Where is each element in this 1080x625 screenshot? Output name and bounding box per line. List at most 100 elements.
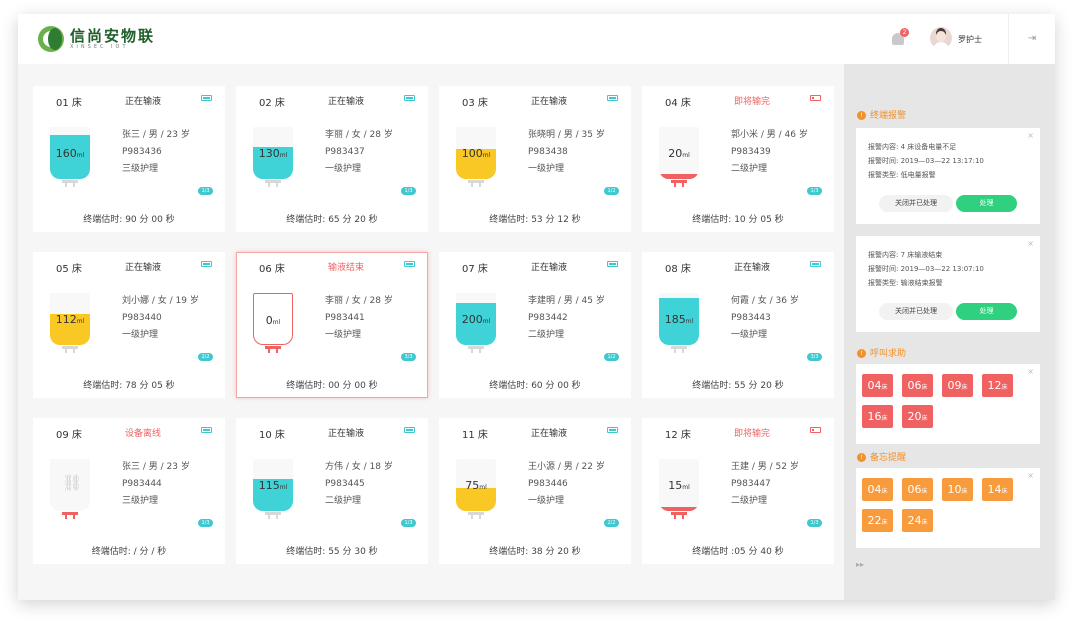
infusion-bag: 185ml	[659, 293, 699, 345]
bed-card[interactable]: 06 床 输液结束 0ml 李丽 / 女 / 28 岁 P983441 一级护理…	[236, 252, 428, 398]
bed-card[interactable]: 04 床 即将输完 20ml 郭小米 / 男 / 46 岁 P983439 二级…	[642, 86, 834, 232]
estimated-time: 终端估时: 65 分 20 秒	[286, 215, 378, 225]
patient-info: 刘小娜 / 女 / 19 岁	[122, 296, 199, 306]
volume-value: 115	[258, 479, 280, 492]
chip-bed-number: 24	[907, 514, 922, 527]
chip-bed-number: 04	[867, 483, 882, 496]
bed-number: 12 床	[665, 430, 691, 441]
infusion-status: 输液结束	[328, 263, 365, 273]
bed-card[interactable]: 10 床 正在输液 115ml 方伟 / 女 / 18 岁 P983445 二级…	[236, 418, 428, 564]
patient-info: 何霞 / 女 / 36 岁	[731, 296, 799, 306]
volume-unit: ml	[682, 152, 690, 159]
handle-button[interactable]: 处理	[956, 303, 1017, 320]
collapse-icon[interactable]: ▸▸	[856, 560, 864, 569]
battery-icon	[810, 95, 821, 101]
brand-logo[interactable]: 信尚安物联 XINSEC IOT	[38, 26, 155, 52]
memo-bed-chip[interactable]: 10床	[942, 478, 973, 501]
drip-connector-icon	[468, 180, 484, 187]
page-indicator[interactable]: 2/2	[198, 353, 213, 361]
bed-number: 03 床	[462, 98, 488, 109]
volume-unit: ml	[279, 484, 288, 491]
close-icon[interactable]: ×	[1027, 131, 1034, 140]
care-level: 一级护理	[122, 330, 159, 340]
close-handled-button[interactable]: 关闭并已处理	[879, 195, 953, 212]
infusion-bag: 20ml	[659, 127, 699, 179]
patient-id: P983438	[528, 147, 568, 157]
chip-bed-number: 14	[987, 483, 1002, 496]
bed-number: 02 床	[259, 98, 285, 109]
infusion-bag: 0ml	[253, 293, 293, 345]
page-indicator[interactable]: 1/3	[198, 187, 213, 195]
chip-bed-suffix: 床	[961, 488, 968, 495]
avatar[interactable]	[930, 27, 952, 49]
volume-value: 185	[664, 313, 686, 326]
care-level: 三级护理	[122, 496, 159, 506]
patient-info: 张三 / 男 / 23 岁	[122, 130, 190, 140]
battery-icon	[201, 261, 212, 267]
bed-card[interactable]: 01 床 正在输液 160ml 张三 / 男 / 23 岁 P983436 三级…	[33, 86, 225, 232]
alarm-type: 报警类型: 低电量报警	[868, 171, 936, 179]
chip-bed-suffix: 床	[921, 488, 928, 495]
chip-bed-suffix: 床	[961, 384, 968, 391]
call-bed-chip[interactable]: 12床	[982, 374, 1013, 397]
call-bed-chip[interactable]: 16床	[862, 405, 893, 428]
care-level: 二级护理	[731, 164, 768, 174]
bed-number: 06 床	[259, 264, 285, 275]
close-icon[interactable]: ×	[1027, 239, 1034, 248]
estimated-time: 终端估时: 38 分 20 秒	[489, 547, 581, 557]
memo-bed-chip[interactable]: 14床	[982, 478, 1013, 501]
chip-bed-suffix: 床	[1001, 488, 1008, 495]
volume-value: 75	[465, 479, 480, 492]
call-bed-chip[interactable]: 06床	[902, 374, 933, 397]
volume-unit: ml	[682, 484, 690, 491]
infusion-status: 正在输液	[531, 97, 568, 107]
bed-card[interactable]: 11 床 正在输液 75ml 王小源 / 男 / 22 岁 P983446 一级…	[439, 418, 631, 564]
memo-bed-chip[interactable]: 04床	[862, 478, 893, 501]
chip-bed-suffix: 床	[881, 488, 888, 495]
close-icon[interactable]: ×	[1027, 471, 1034, 480]
call-bed-chip[interactable]: 04床	[862, 374, 893, 397]
bed-card[interactable]: 12 床 即将输完 15ml 王建 / 男 / 52 岁 P983447 二级护…	[642, 418, 834, 564]
close-icon[interactable]: ×	[1027, 367, 1034, 376]
bed-number: 11 床	[462, 430, 488, 441]
call-bed-chip[interactable]: 09床	[942, 374, 973, 397]
page-indicator[interactable]: 3/3	[401, 353, 416, 361]
page-indicator[interactable]: 3/3	[807, 353, 822, 361]
bed-card[interactable]: 05 床 正在输液 112ml 刘小娜 / 女 / 19 岁 P983440 一…	[33, 252, 225, 398]
volume-value: 112	[55, 313, 77, 326]
bed-card[interactable]: 08 床 正在输液 185ml 何霞 / 女 / 36 岁 P983443 一级…	[642, 252, 834, 398]
page-indicator[interactable]: 1/3	[807, 519, 822, 527]
bed-card[interactable]: 03 床 正在输液 100ml 张晓明 / 男 / 35 岁 P983438 一…	[439, 86, 631, 232]
bed-card[interactable]: 09 床 设备离线 ⛓ 张三 / 男 / 23 岁 P983444 三级护理 1…	[33, 418, 225, 564]
handle-button[interactable]: 处理	[956, 195, 1017, 212]
close-handled-button[interactable]: 关闭并已处理	[879, 303, 953, 320]
page-indicator[interactable]: 1/3	[401, 519, 416, 527]
memo-bed-chip[interactable]: 22床	[862, 509, 893, 532]
user-name[interactable]: 罗护士	[958, 34, 982, 45]
warning-icon: !	[857, 349, 866, 358]
page-indicator[interactable]: 1/2	[604, 353, 619, 361]
logout-button[interactable]: ⇥	[1008, 14, 1055, 64]
alarm-content: 报警内容: 7 床输液结束	[868, 251, 943, 259]
bed-card[interactable]: 02 床 正在输液 130ml 李丽 / 女 / 28 岁 P983437 一级…	[236, 86, 428, 232]
patient-id: P983436	[122, 147, 162, 157]
page-indicator[interactable]: 1/3	[198, 519, 213, 527]
logo-icon	[38, 26, 64, 52]
memo-bed-chip[interactable]: 06床	[902, 478, 933, 501]
chip-bed-suffix: 床	[921, 384, 928, 391]
call-bed-chip[interactable]: 20床	[902, 405, 933, 428]
patient-info: 李建明 / 男 / 45 岁	[528, 296, 605, 306]
page-indicator[interactable]: 1/3	[401, 187, 416, 195]
page-indicator[interactable]: 2/2	[604, 519, 619, 527]
battery-icon	[810, 261, 821, 267]
bed-number: 09 床	[56, 430, 82, 441]
page-indicator[interactable]: 1/3	[807, 187, 822, 195]
memo-section-title: ! 备忘提醒	[857, 450, 906, 463]
patient-id: P983441	[325, 313, 365, 323]
bed-card[interactable]: 07 床 正在输液 200ml 李建明 / 男 / 45 岁 P983442 二…	[439, 252, 631, 398]
notification-badge: 2	[900, 28, 909, 37]
page-indicator[interactable]: 1/2	[604, 187, 619, 195]
memo-bed-chip[interactable]: 24床	[902, 509, 933, 532]
chip-bed-suffix: 床	[921, 519, 928, 526]
chip-bed-suffix: 床	[881, 384, 888, 391]
